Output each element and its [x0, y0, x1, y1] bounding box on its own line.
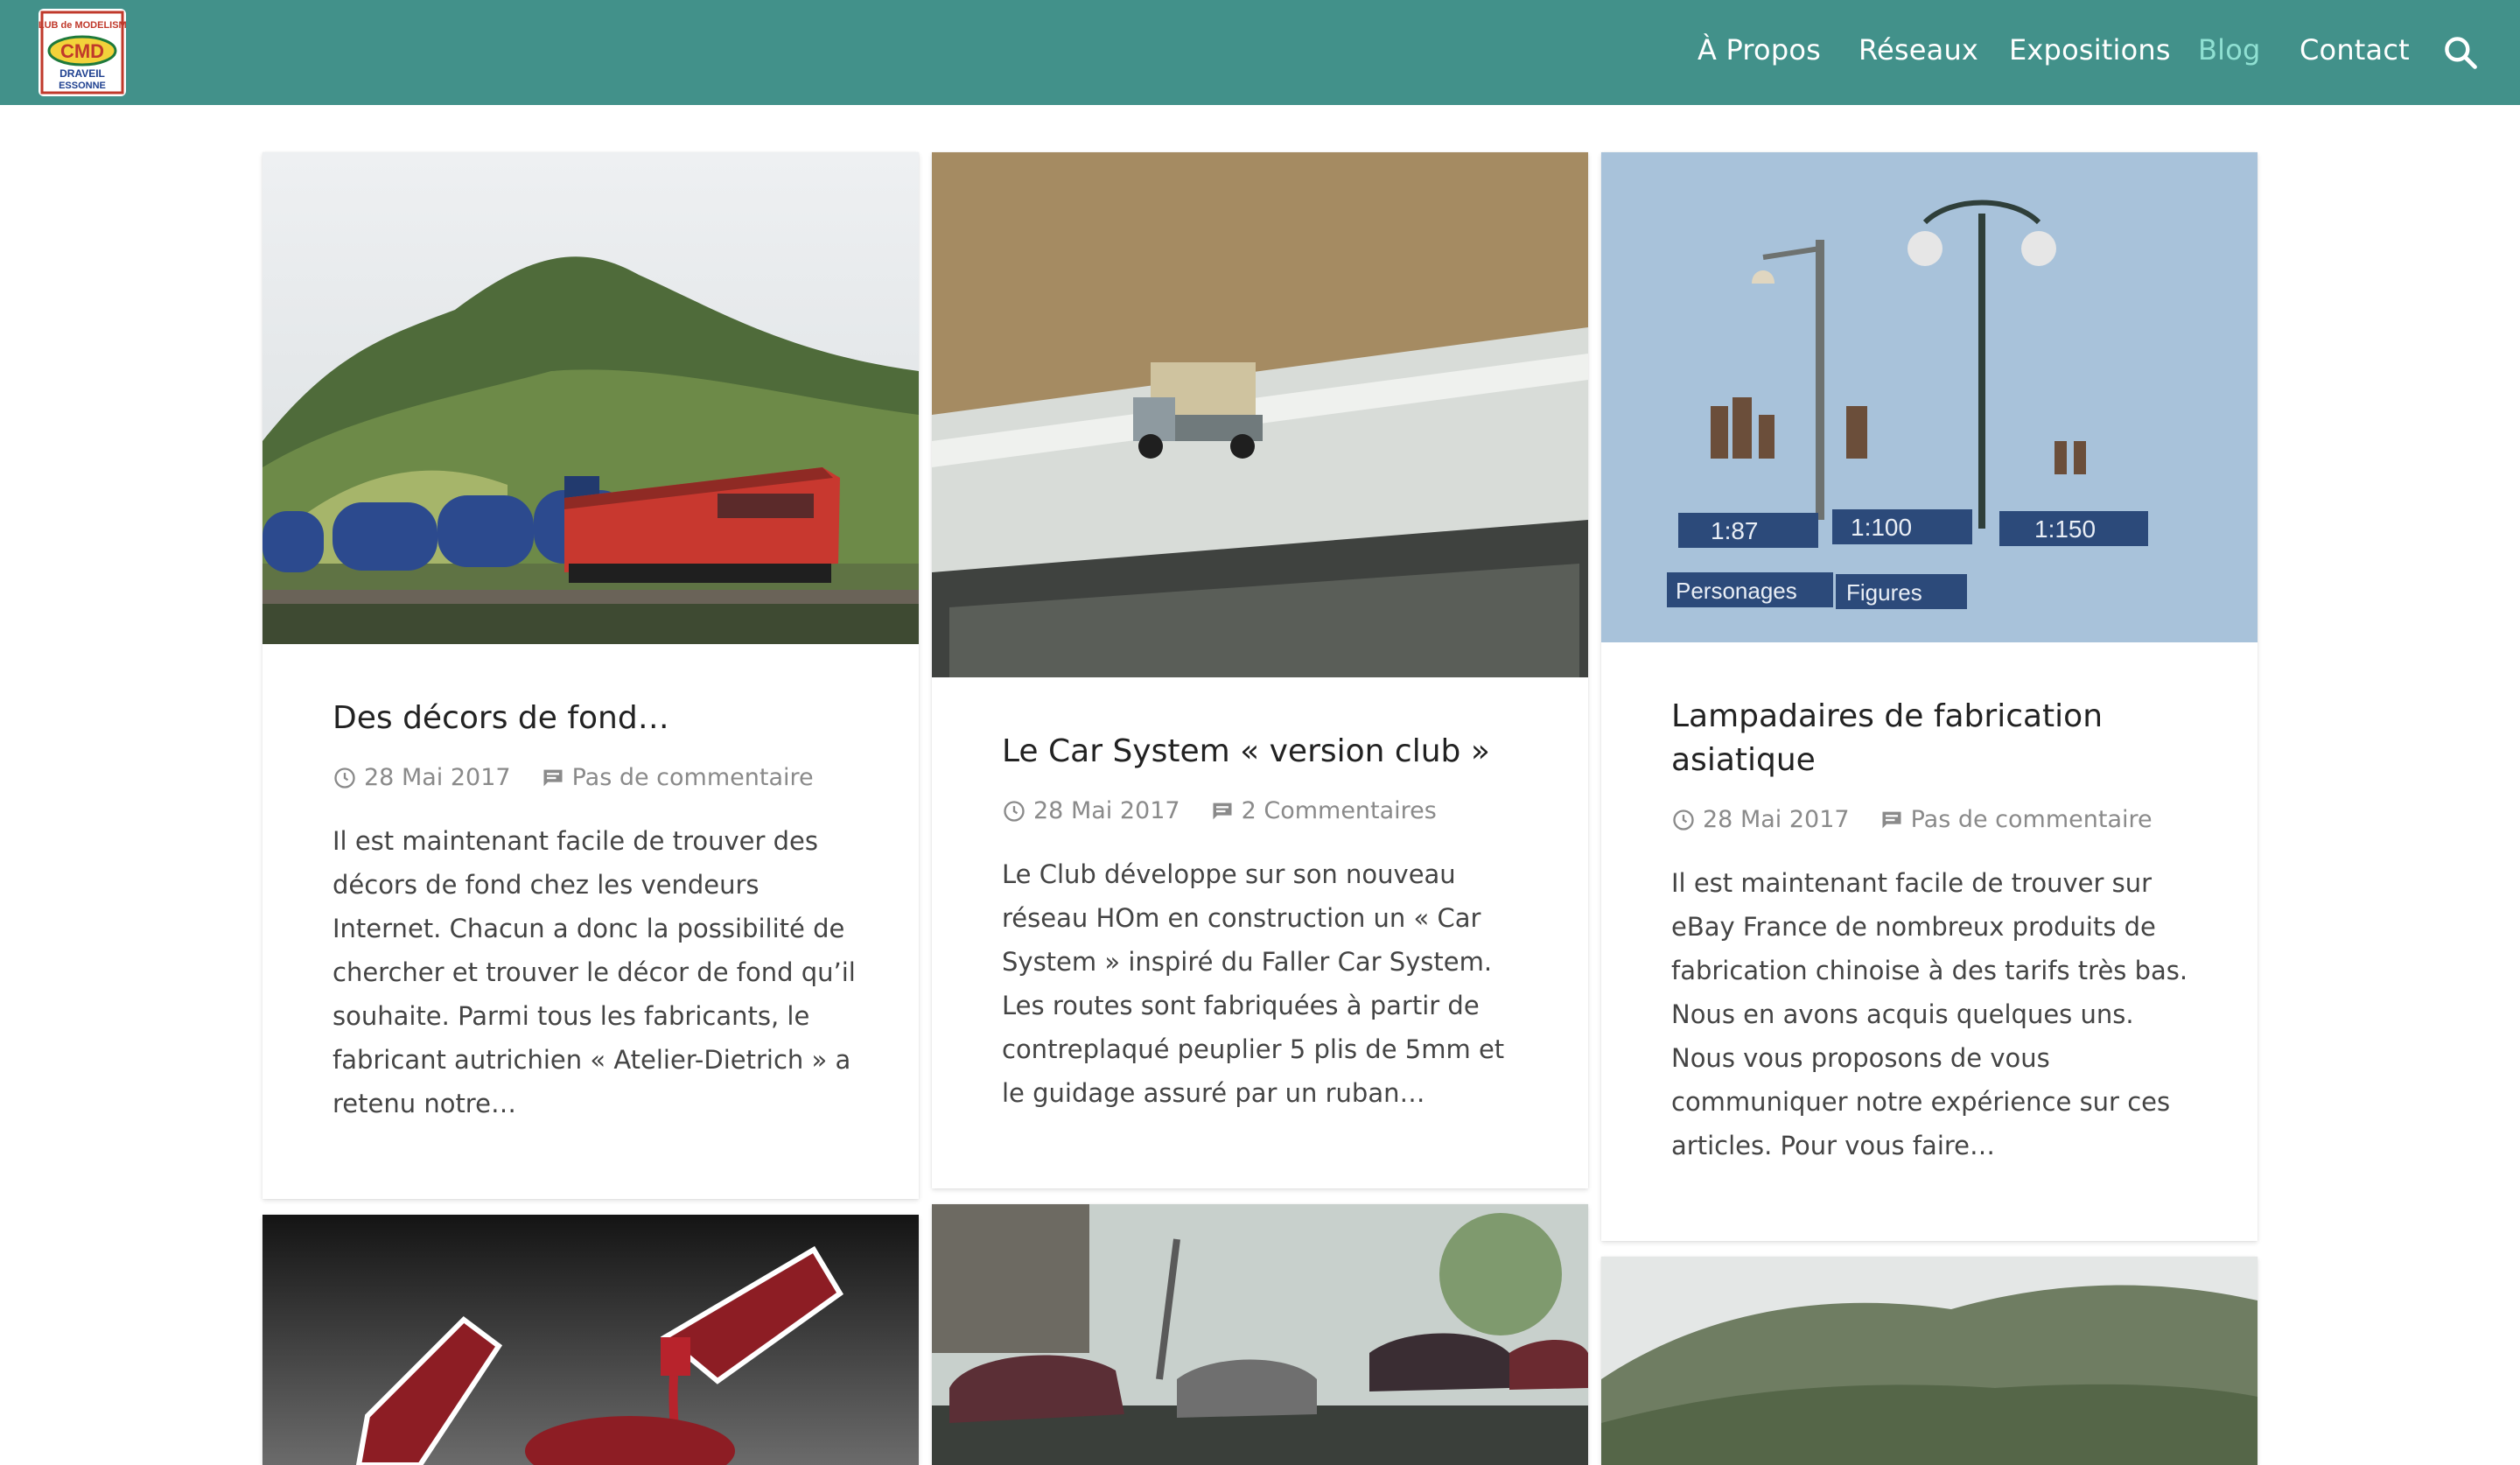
lamp-figures-image: 1:87 1:100 1:150 Personages Figures [1601, 152, 2258, 642]
svg-text:Personages: Personages [1676, 578, 1797, 604]
comment-icon [1882, 811, 1901, 828]
svg-text:CMD: CMD [60, 40, 104, 62]
nav-blog[interactable]: Blog [2198, 33, 2261, 67]
post-card-car-system[interactable]: Le Car System « version club » 28 Mai 20… [932, 152, 1588, 1188]
clock-icon [1004, 800, 1025, 822]
post-excerpt: Il est maintenant facile de trouver sur … [1671, 868, 2188, 1160]
post-date: 28 Mai 2017 [1033, 797, 1180, 824]
search-button[interactable] [2441, 33, 2480, 72]
site-logo[interactable]: CLUB de MODELISME CMD DRAVEIL ESSONNE [38, 9, 126, 96]
post-comments-link[interactable]: Pas de commentaire [1911, 806, 2152, 833]
forest-backdrop-image [1601, 1257, 2258, 1465]
svg-text:DRAVEIL: DRAVEIL [60, 67, 105, 80]
svg-text:1:150: 1:150 [2034, 515, 2096, 543]
post-thumbnail[interactable]: 1:87 1:100 1:150 Personages Figures [1601, 152, 2258, 642]
post-meta: 28 Mai 2017 2 Commentaires [1002, 796, 1437, 828]
car-transport-image [932, 1204, 1588, 1465]
clock-icon [334, 767, 355, 789]
post-date: 28 Mai 2017 [364, 764, 511, 791]
car-system-truck-image [932, 152, 1588, 677]
post-meta: 28 Mai 2017 Pas de commentaire [332, 763, 814, 795]
post-card-row2-1[interactable] [262, 1215, 919, 1465]
post-card-row2-2[interactable] [932, 1204, 1588, 1465]
post-card-row2-3[interactable] [1601, 1257, 2258, 1465]
ketchup-graphic-image [262, 1215, 919, 1465]
post-excerpt: Le Club développe sur son nouveau réseau… [1002, 859, 1505, 1108]
post-title[interactable]: Le Car System « version club » [1002, 730, 1527, 774]
post-meta: 28 Mai 2017 Pas de commentaire [1671, 805, 2152, 837]
post-comments-link[interactable]: 2 Commentaires [1242, 797, 1437, 824]
post-title[interactable]: Des décors de fond… [332, 697, 858, 740]
svg-text:1:87: 1:87 [1711, 517, 1759, 544]
nav-contact[interactable]: Contact [2300, 33, 2410, 67]
post-card-decors[interactable]: Des décors de fond… 28 Mai 2017 Pas de co… [262, 152, 919, 1199]
post-comments-link[interactable]: Pas de commentaire [572, 764, 814, 791]
post-thumbnail[interactable] [1601, 1257, 2258, 1465]
post-thumbnail[interactable] [932, 1204, 1588, 1465]
svg-text:1:100: 1:100 [1851, 514, 1912, 541]
post-title[interactable]: Lampadaires de fabrication asiatique [1671, 695, 2196, 782]
post-date: 28 Mai 2017 [1703, 806, 1850, 833]
svg-text:ESSONNE: ESSONNE [59, 81, 106, 91]
post-card-lampadaires[interactable]: 1:87 1:100 1:150 Personages Figures Lamp… [1601, 152, 2258, 1241]
post-excerpt: Il est maintenant facile de trouver des … [332, 826, 856, 1118]
comment-icon [543, 769, 563, 786]
clock-icon [1673, 809, 1694, 831]
nav-a-propos[interactable]: À Propos [1698, 33, 1821, 67]
comment-icon [1213, 803, 1232, 819]
post-thumbnail[interactable] [262, 152, 919, 644]
post-thumbnail[interactable] [932, 152, 1588, 677]
svg-text:CLUB de MODELISME: CLUB de MODELISME [38, 20, 126, 31]
train-landscape-image [262, 152, 919, 644]
nav-reseaux[interactable]: Réseaux [1858, 33, 1978, 67]
club-logo-icon: CLUB de MODELISME CMD DRAVEIL ESSONNE [38, 11, 126, 95]
site-header: CLUB de MODELISME CMD DRAVEIL ESSONNE À … [0, 0, 2520, 105]
svg-text:Figures: Figures [1846, 579, 1922, 606]
search-icon [2445, 37, 2477, 69]
post-thumbnail[interactable] [262, 1215, 919, 1465]
nav-expositions[interactable]: Expositions [2009, 33, 2171, 67]
